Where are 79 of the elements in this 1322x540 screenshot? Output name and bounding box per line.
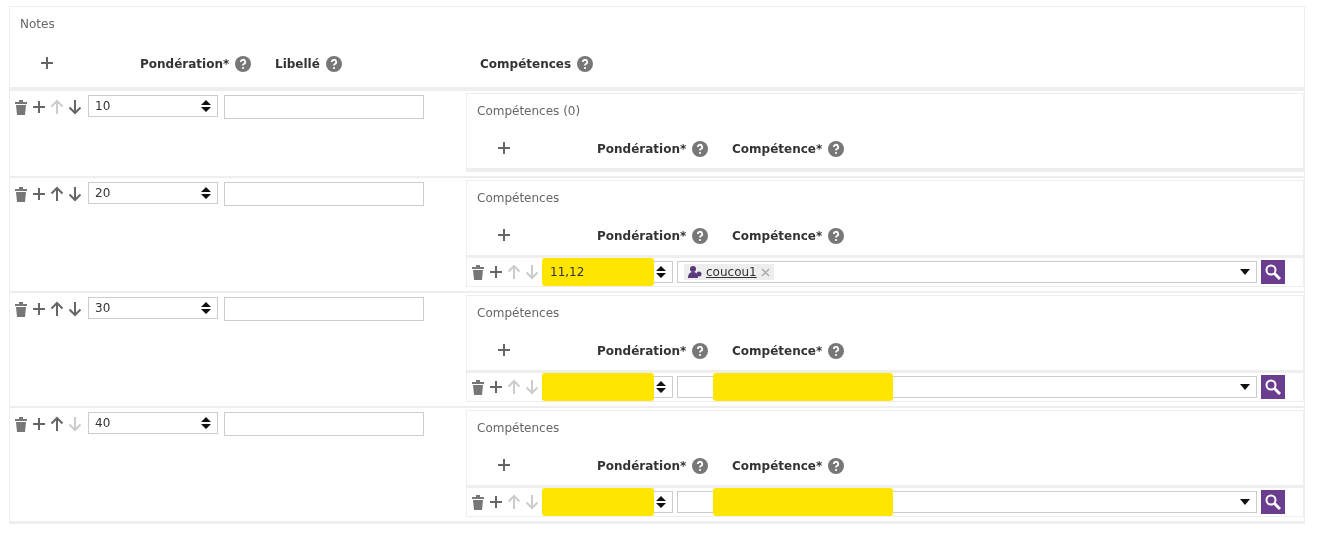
- panel-title: Compétences: [476, 190, 561, 207]
- add-icon[interactable]: [489, 265, 503, 279]
- add-icon[interactable]: [489, 380, 503, 394]
- help-icon[interactable]: [325, 56, 342, 72]
- column-header: Pondération*: [597, 459, 687, 473]
- spinner-icon[interactable]: [656, 495, 666, 509]
- search-button[interactable]: [1261, 490, 1285, 514]
- column-header: Libellé: [275, 57, 320, 71]
- trash-icon[interactable]: [14, 186, 28, 202]
- weight-field[interactable]: 40: [88, 412, 218, 434]
- weight-field[interactable]: 10: [88, 95, 218, 117]
- weight-field[interactable]: [543, 376, 673, 398]
- help-icon[interactable]: [692, 458, 709, 474]
- help-icon[interactable]: [577, 56, 594, 72]
- weight-field[interactable]: 20: [88, 182, 218, 204]
- column-header: Pondération*: [597, 229, 687, 243]
- add-icon[interactable]: [32, 187, 46, 201]
- trash-icon[interactable]: [471, 379, 485, 395]
- search-button[interactable]: [1261, 260, 1285, 284]
- add-icon[interactable]: [32, 417, 46, 431]
- help-icon[interactable]: [692, 141, 709, 157]
- spinner-icon[interactable]: [656, 265, 666, 279]
- group-icon: [688, 265, 702, 279]
- help-icon[interactable]: [828, 458, 845, 474]
- label-field[interactable]: [224, 182, 424, 206]
- weight-field[interactable]: 11,12: [543, 261, 673, 283]
- add-icon[interactable]: [497, 227, 511, 242]
- label-field[interactable]: [224, 297, 424, 321]
- arrow-down-icon[interactable]: [68, 99, 82, 115]
- label-field[interactable]: [224, 412, 424, 436]
- trash-icon[interactable]: [14, 301, 28, 317]
- add-icon[interactable]: [497, 140, 511, 155]
- caret-icon[interactable]: [1240, 269, 1250, 275]
- add-icon[interactable]: [32, 100, 46, 114]
- weight-field[interactable]: [543, 491, 673, 513]
- search-button[interactable]: [1261, 375, 1285, 399]
- help-icon[interactable]: [828, 343, 845, 359]
- spinner-icon[interactable]: [656, 380, 666, 394]
- panel-title: Compétences: [476, 305, 561, 322]
- arrow-up-icon[interactable]: [50, 416, 64, 432]
- help-icon[interactable]: [828, 141, 845, 157]
- add-icon[interactable]: [40, 55, 54, 70]
- spinner-icon[interactable]: [201, 416, 211, 430]
- label-field[interactable]: [224, 95, 424, 119]
- spinner-icon[interactable]: [201, 301, 211, 315]
- column-header: Compétence*: [732, 229, 823, 243]
- column-header: Pondération*: [140, 57, 230, 71]
- spinner-icon[interactable]: [201, 186, 211, 200]
- caret-icon[interactable]: [1240, 499, 1250, 505]
- arrow-down-icon[interactable]: [68, 301, 82, 317]
- trash-icon[interactable]: [14, 99, 28, 115]
- trash-icon[interactable]: [471, 494, 485, 510]
- arrow-down-icon[interactable]: [68, 186, 82, 202]
- weight-field[interactable]: 30: [88, 297, 218, 319]
- caret-icon[interactable]: [1240, 384, 1250, 390]
- panel-title: Compétences: [476, 420, 561, 437]
- help-icon[interactable]: [828, 228, 845, 244]
- help-icon[interactable]: [235, 56, 252, 72]
- competence-tag: coucou1: [684, 264, 774, 280]
- help-icon[interactable]: [692, 228, 709, 244]
- column-header: Pondération*: [597, 142, 687, 156]
- column-header: Compétences: [480, 57, 572, 71]
- add-icon[interactable]: [497, 457, 511, 472]
- arrow-up-icon[interactable]: [50, 301, 64, 317]
- column-header: Compétence*: [732, 344, 823, 358]
- add-icon[interactable]: [497, 342, 511, 357]
- arrow-up-icon[interactable]: [50, 186, 64, 202]
- column-header: Pondération*: [597, 344, 687, 358]
- section-title: Notes: [19, 16, 56, 33]
- spinner-icon[interactable]: [201, 99, 211, 113]
- panel-title: Compétences (0): [476, 103, 582, 120]
- help-icon[interactable]: [692, 343, 709, 359]
- column-header: Compétence*: [732, 459, 823, 473]
- add-icon[interactable]: [32, 302, 46, 316]
- trash-icon[interactable]: [471, 264, 485, 280]
- trash-icon[interactable]: [14, 416, 28, 432]
- add-icon[interactable]: [489, 495, 503, 509]
- competence-select[interactable]: coucou1: [677, 261, 1257, 283]
- column-header: Compétence*: [732, 142, 823, 156]
